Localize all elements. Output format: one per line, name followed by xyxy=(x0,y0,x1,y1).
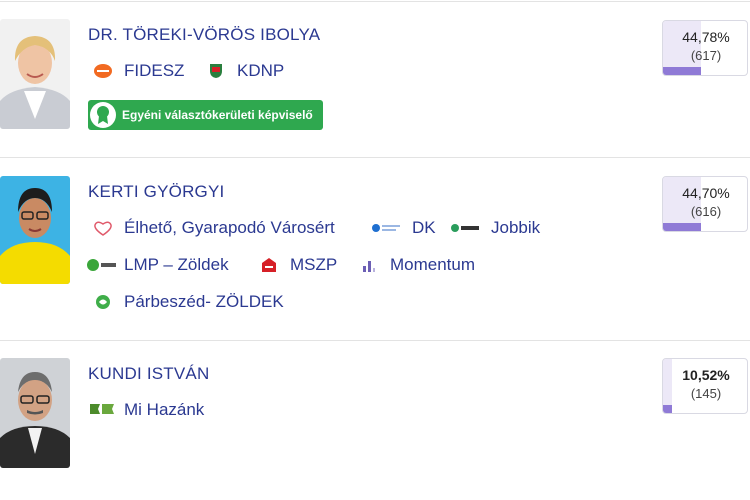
result-percent: 10,52% xyxy=(682,367,730,383)
candidate-name[interactable]: KERTI GYÖRGYI xyxy=(88,182,224,202)
result-percent: 44,78% xyxy=(682,29,730,45)
candidate-name[interactable]: DR. TÖREKI-VÖRÖS IBOLYA xyxy=(88,25,320,45)
result-box: 44,78% (617) xyxy=(662,20,748,76)
elheto-logo-icon xyxy=(92,220,114,236)
party-mi-hazank: Mi Hazánk xyxy=(88,400,204,420)
mszp-logo-icon xyxy=(258,257,280,273)
row-divider xyxy=(0,157,750,158)
candidate-2-photo xyxy=(0,176,70,284)
party-label: Élhető, Gyarapodó Városért xyxy=(124,218,335,237)
result-share-bar xyxy=(663,405,672,413)
party-mszp: MSZP xyxy=(258,255,337,275)
row-divider xyxy=(0,340,750,341)
top-divider xyxy=(0,1,750,2)
result-share-bar xyxy=(663,67,701,75)
result-votes: (616) xyxy=(690,204,722,219)
fidesz-logo-icon xyxy=(92,63,114,79)
party-label: DK xyxy=(412,218,436,237)
party-label: Párbeszéd- ZÖLDEK xyxy=(124,292,284,311)
result-box: 44,70% (616) xyxy=(662,176,748,232)
party-label: Momentum xyxy=(390,255,476,274)
dk-logo-icon xyxy=(372,220,402,236)
party-jobbik: Jobbik xyxy=(451,218,540,238)
party-label: FIDESZ xyxy=(124,61,185,80)
party-elheto: Élhető, Gyarapodó Városért xyxy=(92,218,335,238)
badge-label: Egyéni választókerületi képviselő xyxy=(122,108,313,122)
party-parbeszed: Párbeszéd- ZÖLDEK xyxy=(92,292,284,312)
jobbik-logo-icon xyxy=(451,220,481,236)
mi-hazank-logo-icon xyxy=(88,402,116,418)
candidate-1-photo xyxy=(0,19,70,129)
party-label: Mi Hazánk xyxy=(124,400,205,419)
result-box: 10,52% (145) xyxy=(662,358,748,414)
results-list: DR. TÖREKI-VÖRÖS IBOLYA FIDESZ KDNP Egyé… xyxy=(0,0,750,500)
result-share-bar xyxy=(663,223,701,231)
award-ribbon-icon xyxy=(90,102,116,128)
elected-badge: Egyéni választókerületi képviselő xyxy=(88,100,323,130)
party-lmp: LMP – Zöldek xyxy=(86,255,229,275)
momentum-logo-icon xyxy=(358,257,380,273)
party-label: Jobbik xyxy=(491,218,541,237)
party-momentum: Momentum xyxy=(358,255,475,275)
party-kdnp: KDNP xyxy=(205,61,284,81)
candidate-name[interactable]: KUNDI ISTVÁN xyxy=(88,364,209,384)
lmp-logo-icon xyxy=(86,257,118,273)
parbeszed-logo-icon xyxy=(92,294,114,310)
kdnp-logo-icon xyxy=(205,63,227,79)
result-percent: 44,70% xyxy=(682,185,730,201)
party-label: MSZP xyxy=(290,255,338,274)
result-votes: (617) xyxy=(690,48,722,63)
party-label: KDNP xyxy=(237,61,285,80)
candidate-3-photo xyxy=(0,358,70,468)
result-votes: (145) xyxy=(690,386,722,401)
party-dk: DK xyxy=(372,218,436,238)
party-label: LMP – Zöldek xyxy=(124,255,229,274)
party-fidesz: FIDESZ xyxy=(92,61,184,81)
